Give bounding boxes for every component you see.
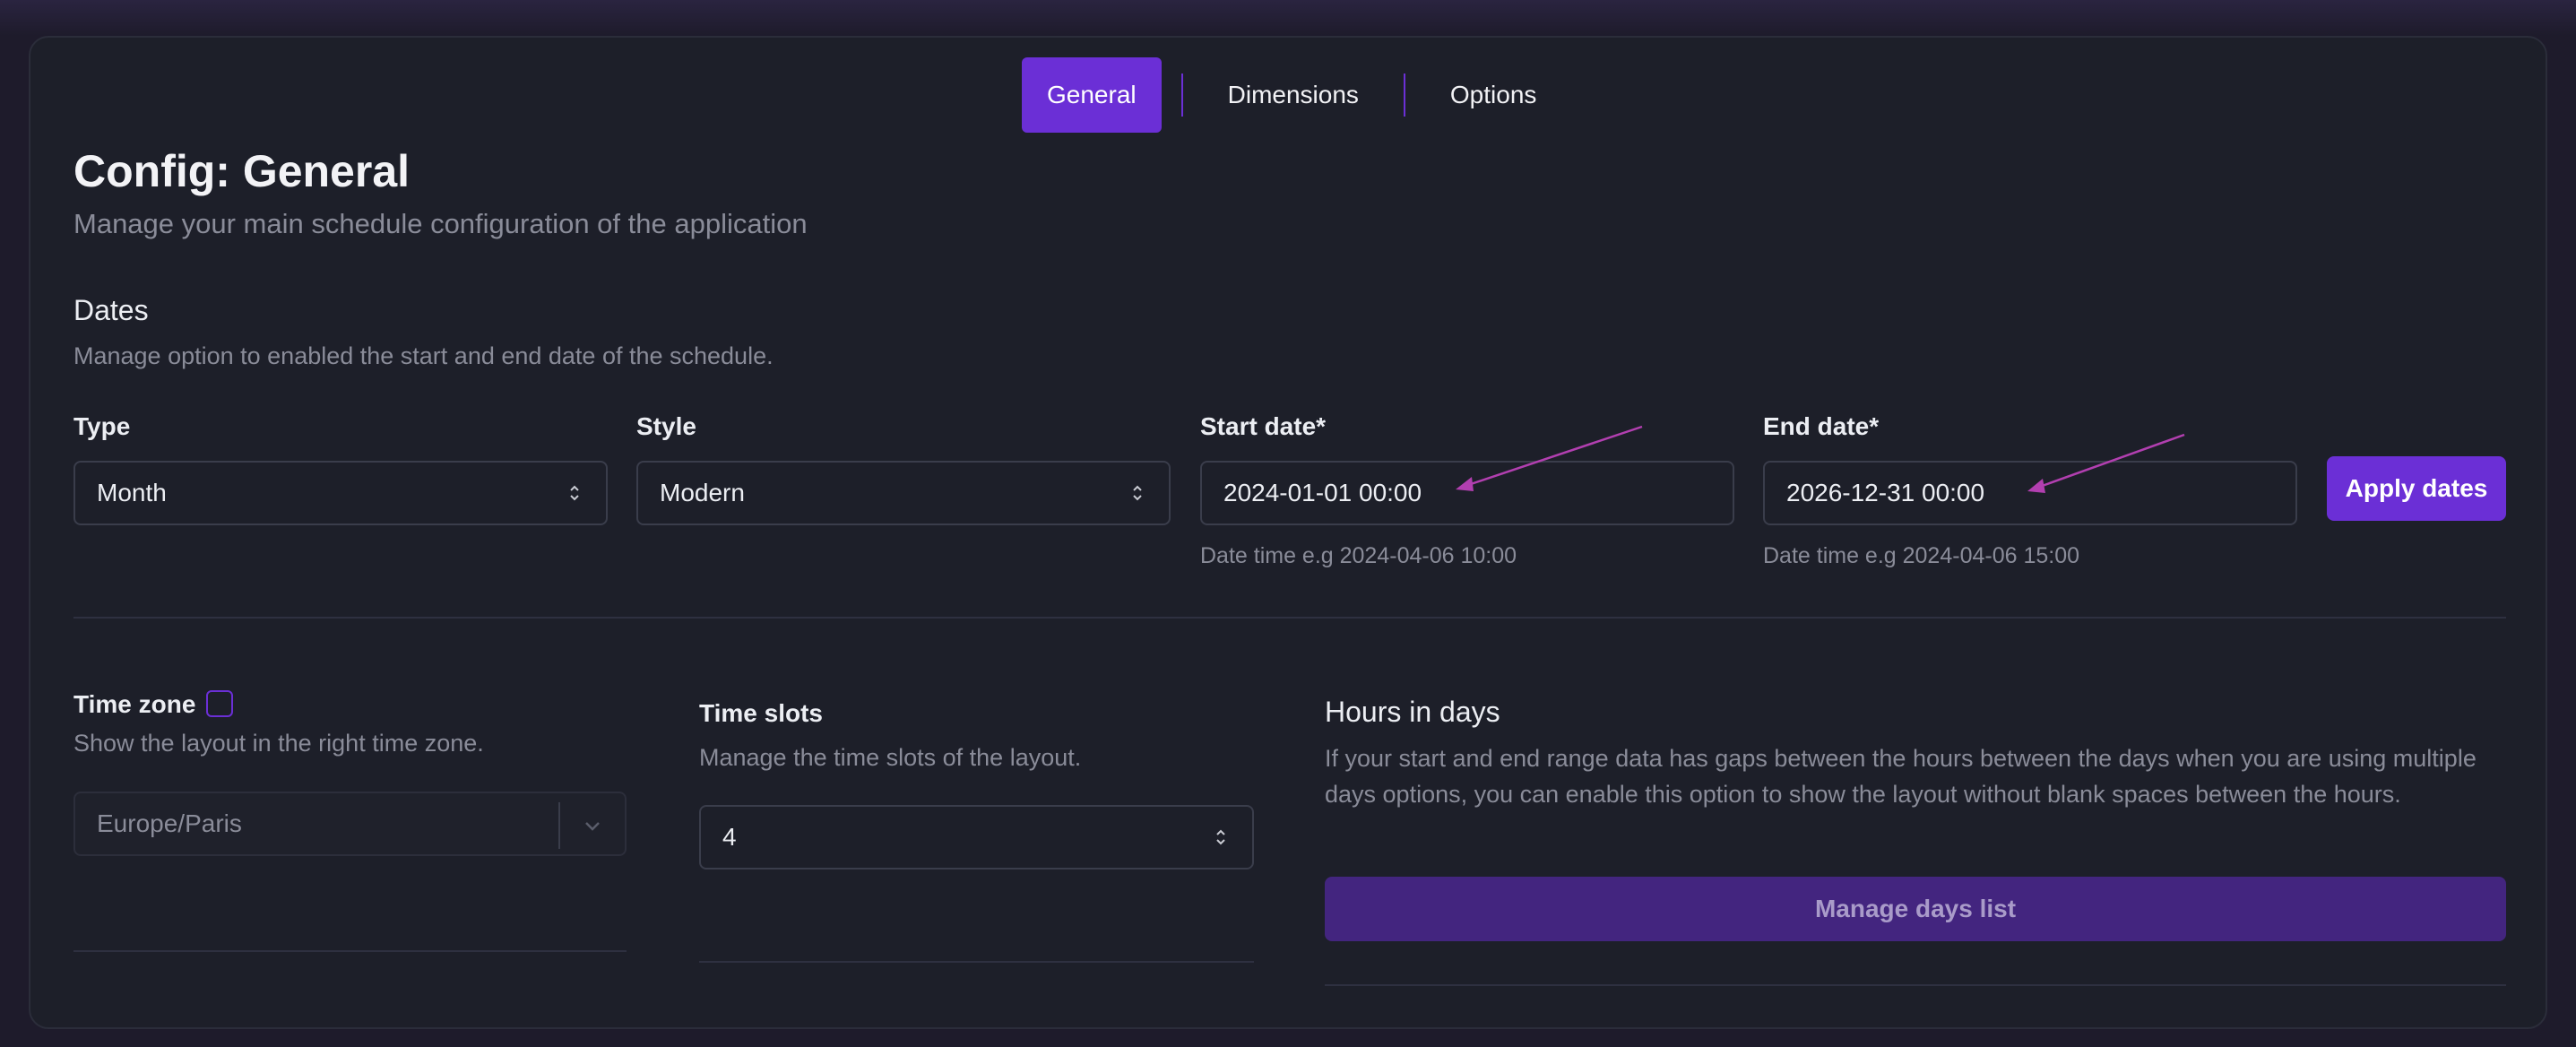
timezone-select-value: Europe/Paris	[97, 809, 242, 837]
end-date-label: End date*	[1763, 412, 1880, 440]
hours-section-title: Hours in days	[1325, 696, 1500, 728]
tab-divider	[1403, 74, 1405, 117]
updown-chevron-icon	[570, 485, 579, 501]
end-date-value: 2026-12-31 00:00	[1786, 479, 1985, 506]
timezone-label: Time zone	[73, 690, 196, 718]
timeslots-divider	[699, 961, 1254, 963]
end-date-input[interactable]: 2026-12-31 00:00	[1763, 461, 2297, 525]
hours-divider	[1325, 984, 2506, 986]
dates-section-description: Manage option to enabled the start and e…	[73, 342, 774, 369]
window-backdrop	[0, 0, 2576, 36]
page-title: Config: General	[73, 146, 411, 196]
dates-section-title: Dates	[73, 294, 149, 326]
timeslots-title: Time slots	[699, 699, 823, 727]
updown-chevron-icon	[1133, 485, 1142, 501]
type-select[interactable]: Month	[73, 461, 608, 525]
start-date-hint: Date time e.g 2024-04-06 10:00	[1200, 543, 1517, 568]
hours-section-description: If your start and end range data has gap…	[1325, 745, 2477, 808]
type-label: Type	[73, 412, 131, 440]
timezone-checkbox[interactable]	[206, 690, 233, 717]
timezone-description: Show the layout in the right time zone.	[73, 730, 484, 757]
style-select-value: Modern	[660, 479, 745, 506]
tab-general[interactable]: General	[1022, 57, 1162, 133]
tab-dimensions[interactable]: Dimensions	[1203, 57, 1384, 133]
apply-dates-button[interactable]: Apply dates	[2327, 456, 2506, 521]
timezone-select[interactable]: Europe/Paris	[73, 792, 627, 856]
updown-chevron-icon	[1216, 829, 1225, 845]
timezone-divider	[73, 950, 627, 952]
timeslots-select-value: 4	[722, 823, 737, 851]
section-divider	[73, 617, 2506, 619]
timeslots-description: Manage the time slots of the layout.	[699, 744, 1082, 771]
chevron-down-icon	[585, 822, 600, 831]
style-label: Style	[636, 412, 696, 440]
start-date-value: 2024-01-01 00:00	[1223, 479, 1422, 506]
page-subtitle: Manage your main schedule configuration …	[73, 208, 808, 239]
manage-days-list-button[interactable]: Manage days list	[1325, 877, 2506, 941]
tab-bar: General Dimensions Options	[1022, 57, 1561, 133]
style-select[interactable]: Modern	[636, 461, 1171, 525]
select-divider	[558, 802, 560, 849]
start-date-label: Start date*	[1200, 412, 1327, 440]
tab-options[interactable]: Options	[1425, 57, 1562, 133]
end-date-hint: Date time e.g 2024-04-06 15:00	[1763, 543, 2080, 568]
tab-divider	[1180, 74, 1183, 117]
start-date-input[interactable]: 2024-01-01 00:00	[1200, 461, 1734, 525]
timeslots-select[interactable]: 4	[699, 805, 1254, 870]
type-select-value: Month	[97, 479, 167, 506]
